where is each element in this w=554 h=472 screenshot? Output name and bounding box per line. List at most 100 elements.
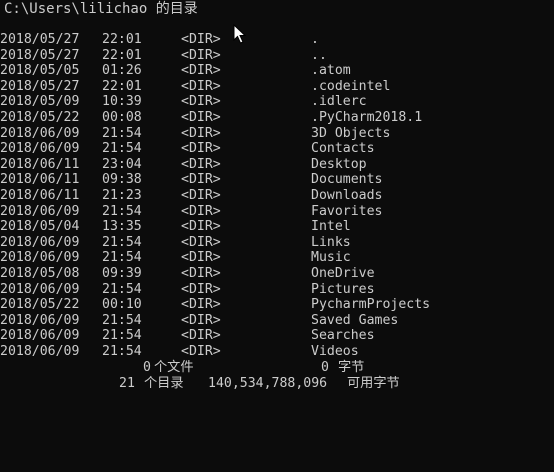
directory-entry-row: 2018/05/22 00:08 <DIR> .PyCharm2018.1 bbox=[0, 110, 554, 126]
files-bytes: 0 bbox=[321, 360, 329, 375]
dirs-count: 21 bbox=[119, 376, 135, 391]
entry-type: <DIR> bbox=[181, 343, 221, 359]
entry-date: 2018/05/27 bbox=[0, 32, 80, 47]
entry-time: 21:54 bbox=[102, 125, 142, 141]
entry-type: <DIR> bbox=[181, 32, 221, 47]
entry-date: 2018/05/22 bbox=[0, 297, 80, 313]
entry-type: <DIR> bbox=[181, 297, 221, 313]
entry-type: <DIR> bbox=[181, 109, 221, 125]
entry-type: <DIR> bbox=[181, 312, 221, 328]
entry-date: 2018/05/08 bbox=[0, 265, 80, 281]
directory-entry-row: 2018/06/11 09:38 <DIR> Documents bbox=[0, 172, 554, 188]
entry-date: 2018/06/09 bbox=[0, 250, 80, 266]
entry-name: OneDrive bbox=[311, 265, 375, 281]
entry-name: Pictures bbox=[311, 281, 375, 297]
dirs-summary-line: 21 个目录 140,534,788,096 可用字节 bbox=[0, 376, 554, 392]
mouse-pointer-icon bbox=[233, 24, 247, 44]
entry-date: 2018/06/11 bbox=[0, 172, 80, 188]
entry-time: 21:54 bbox=[102, 343, 142, 359]
entry-date: 2018/06/11 bbox=[0, 156, 80, 172]
entry-time: 09:39 bbox=[102, 265, 142, 281]
directory-entry-row: 2018/05/05 01:26 <DIR> .atom bbox=[0, 63, 554, 79]
entry-type: <DIR> bbox=[181, 141, 221, 157]
dirs-label: 个目录 bbox=[144, 376, 184, 391]
entry-name: PycharmProjects bbox=[311, 297, 431, 313]
files-count: 0 bbox=[143, 360, 151, 375]
directory-entry-row: 2018/06/09 21:54 <DIR> Videos bbox=[0, 344, 554, 360]
files-summary-line: 0 个文件 0 字节 bbox=[0, 360, 554, 376]
entry-date: 2018/06/09 bbox=[0, 328, 80, 344]
entry-date: 2018/06/09 bbox=[0, 141, 80, 157]
entry-name: Desktop bbox=[311, 156, 367, 172]
entry-date: 2018/06/09 bbox=[0, 125, 80, 141]
files-unit: 字节 bbox=[338, 360, 365, 375]
directory-summary: 0 个文件 0 字节 21 个目录 140,534,788,096 可用字节 bbox=[0, 360, 554, 392]
entry-type: <DIR> bbox=[181, 219, 221, 235]
entry-name: Music bbox=[311, 250, 351, 266]
entry-type: <DIR> bbox=[181, 265, 221, 281]
entry-name: .idlerc bbox=[311, 94, 367, 110]
entry-time: 22:01 bbox=[102, 32, 142, 47]
entry-name: .atom bbox=[311, 63, 351, 79]
entry-name: Contacts bbox=[311, 141, 375, 157]
entry-name: .codeintel bbox=[311, 78, 391, 94]
entry-time: 22:01 bbox=[102, 47, 142, 63]
entry-time: 23:04 bbox=[102, 156, 142, 172]
entry-date: 2018/06/09 bbox=[0, 234, 80, 250]
console-window[interactable]: C:\Users\lilichao 的目录 2018/05/27 22:01 <DI… bbox=[0, 0, 554, 402]
directory-entry-row: 2018/06/09 21:54 <DIR> 3D Objects bbox=[0, 126, 554, 142]
entry-name: Links bbox=[311, 234, 351, 250]
directory-entry-row: 2018/05/27 22:01 <DIR>.. bbox=[0, 48, 554, 64]
entry-type: <DIR> bbox=[181, 203, 221, 219]
directory-entry-row: 2018/06/11 21:23 <DIR> Downloads bbox=[0, 188, 554, 204]
entry-type: <DIR> bbox=[181, 328, 221, 344]
entry-name: Searches bbox=[311, 328, 375, 344]
directory-entry-row: 2018/06/09 21:54 <DIR> Searches bbox=[0, 328, 554, 344]
entry-time: 22:01 bbox=[102, 78, 142, 94]
directory-listing: 2018/05/27 22:01 <DIR>. 2018/05/27 22:01 <DIR… bbox=[0, 32, 554, 359]
entry-name: Intel bbox=[311, 219, 351, 235]
directory-entry-row: 2018/05/09 10:39 <DIR> .idlerc bbox=[0, 94, 554, 110]
files-label: 个文件 bbox=[154, 360, 194, 375]
entry-name: Downloads bbox=[311, 187, 383, 203]
directory-entry-row: 2018/05/08 09:39 <DIR> OneDrive bbox=[0, 266, 554, 282]
directory-entry-row: 2018/06/09 21:54 <DIR> Contacts bbox=[0, 141, 554, 157]
directory-entry-row: 2018/05/04 13:35 <DIR> Intel bbox=[0, 219, 554, 235]
entry-time: 10:39 bbox=[102, 94, 142, 110]
entry-type: <DIR> bbox=[181, 250, 221, 266]
entry-time: 21:54 bbox=[102, 234, 142, 250]
entry-date: 2018/06/09 bbox=[0, 343, 80, 359]
entry-type: <DIR> bbox=[181, 63, 221, 79]
directory-entry-row: 2018/06/09 21:54 <DIR> Favorites bbox=[0, 204, 554, 220]
entry-date: 2018/06/09 bbox=[0, 281, 80, 297]
entry-date: 2018/06/09 bbox=[0, 312, 80, 328]
entry-time: 21:54 bbox=[102, 281, 142, 297]
entry-type: <DIR> bbox=[181, 156, 221, 172]
entry-date: 2018/05/04 bbox=[0, 219, 80, 235]
entry-time: 00:10 bbox=[102, 297, 142, 313]
entry-type: <DIR> bbox=[181, 234, 221, 250]
entry-date: 2018/05/22 bbox=[0, 109, 80, 125]
entry-time: 13:35 bbox=[102, 219, 142, 235]
directory-entry-row: 2018/06/11 23:04 <DIR> Desktop bbox=[0, 157, 554, 173]
directory-entry-row: 2018/05/27 22:01 <DIR>. bbox=[0, 32, 554, 48]
entry-time: 21:54 bbox=[102, 250, 142, 266]
entry-name: Videos bbox=[311, 343, 359, 359]
entry-name: Saved Games bbox=[311, 312, 399, 328]
entry-type: <DIR> bbox=[181, 47, 221, 63]
entry-time: 21:54 bbox=[102, 312, 142, 328]
entry-type: <DIR> bbox=[181, 94, 221, 110]
entry-time: 21:54 bbox=[102, 141, 142, 157]
entry-date: 2018/06/11 bbox=[0, 187, 80, 203]
directory-entry-row: 2018/06/09 21:54 <DIR> Music bbox=[0, 250, 554, 266]
free-bytes: 140,534,788,096 bbox=[208, 376, 328, 391]
directory-entry-row: 2018/05/22 00:10 <DIR> PycharmProjects bbox=[0, 297, 554, 313]
directory-entry-row: 2018/06/09 21:54 <DIR> Pictures bbox=[0, 282, 554, 298]
entry-time: 00:08 bbox=[102, 109, 142, 125]
entry-name: Favorites bbox=[311, 203, 383, 219]
entry-type: <DIR> bbox=[181, 281, 221, 297]
directory-entry-row: 2018/06/09 21:54 <DIR> Saved Games bbox=[0, 313, 554, 329]
entry-time: 21:54 bbox=[102, 328, 142, 344]
entry-date: 2018/05/27 bbox=[0, 47, 80, 63]
directory-header: C:\Users\lilichao 的目录 bbox=[4, 1, 198, 17]
